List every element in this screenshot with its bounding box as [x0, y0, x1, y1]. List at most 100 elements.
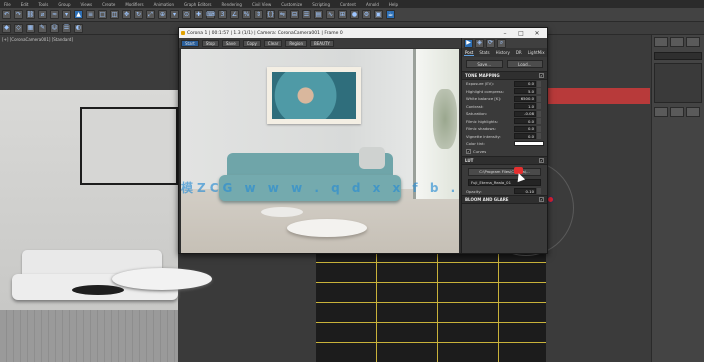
modeling-tab-icon[interactable]: ◆ [2, 23, 11, 33]
save-image-button[interactable]: Save [221, 39, 240, 47]
object-paint-tab-icon[interactable]: ✎ [38, 23, 47, 33]
display-icon[interactable]: ◐ [74, 23, 83, 33]
move-icon[interactable]: ✥ [122, 10, 131, 19]
denoise-icon[interactable]: ◈ [475, 38, 484, 48]
exposure-spinner[interactable] [537, 80, 541, 87]
load-settings-button[interactable]: Load... [506, 60, 543, 68]
render-element-select[interactable]: BEAUTY [310, 39, 334, 47]
unlink-icon[interactable]: ⌀ [38, 10, 47, 19]
scale-icon[interactable]: ⤢ [146, 10, 155, 19]
undo-icon[interactable]: ↶ [2, 10, 11, 19]
render-setup-icon[interactable]: ⚙ [362, 10, 371, 19]
tone-mapping-enable-checkbox[interactable]: ✓ [539, 73, 544, 78]
color-tint-swatch[interactable] [514, 141, 544, 147]
menu-item-content[interactable]: Content [340, 2, 356, 7]
selection-tab-icon[interactable]: ▦ [26, 23, 35, 33]
menu-item-civil-view[interactable]: Civil View [252, 2, 271, 7]
select-by-name-icon[interactable]: ≡ [86, 10, 95, 19]
frame-buffer-titlebar[interactable]: Corona 1 | 00:1:57 | 1.3 (1/1) | Camera:… [179, 28, 547, 38]
vignette-input[interactable]: 0.0 [514, 133, 536, 140]
lut-path-button[interactable]: C:\Program Files\Corona\... [468, 167, 541, 176]
viewport-camera[interactable]: [+] [CoronaCamera001] [Standard] [0, 35, 178, 362]
select-manipulate-icon[interactable]: ✚ [194, 10, 203, 19]
menu-item-customize[interactable]: Customize [281, 2, 302, 7]
menu-item-scripting[interactable]: Scripting [312, 2, 330, 7]
create-tab-icon[interactable] [654, 37, 668, 47]
lut-opacity-spinner[interactable] [537, 188, 541, 195]
menu-item-create[interactable]: Create [102, 2, 115, 7]
object-name-field[interactable] [654, 52, 702, 60]
render-production-icon[interactable]: ☕ [386, 10, 395, 19]
vignette-spinner[interactable] [537, 133, 541, 140]
tone-mapping-header[interactable]: TONE MAPPING ✓ [462, 71, 547, 80]
spinner-snap-icon[interactable]: ⇕ [254, 10, 263, 19]
close-button[interactable]: ✕ [531, 28, 543, 38]
stop-render-button[interactable]: Stop [201, 39, 219, 47]
percent-snap-icon[interactable]: % [242, 10, 251, 19]
snap-toggle-icon[interactable]: 3 [218, 10, 227, 19]
lut-opacity-input[interactable]: 0.10 [514, 188, 536, 195]
tab-dr[interactable]: DR [515, 50, 523, 55]
filmic-shadows-input[interactable]: 0.0 [514, 125, 536, 132]
mirror-icon[interactable]: ⇋ [278, 10, 287, 19]
menu-item-file[interactable]: File [4, 2, 11, 7]
menu-item-group[interactable]: Group [58, 2, 70, 7]
place-icon[interactable]: ⊕ [158, 10, 167, 19]
lut-header[interactable]: LUT ✓ [462, 155, 547, 165]
lut-enable-checkbox[interactable]: ✓ [539, 157, 544, 163]
tab-stats[interactable]: Stats [478, 50, 490, 55]
window-crossing-icon[interactable]: ◫ [110, 10, 119, 19]
menu-item-modifiers[interactable]: Modifiers [125, 2, 143, 7]
populate-tab-icon[interactable]: ☺ [50, 23, 59, 33]
gizmo-handle[interactable] [547, 196, 554, 203]
filmic-shadows-spinner[interactable] [537, 125, 541, 132]
contrast-input[interactable]: 1.0 [514, 103, 536, 110]
select-object-icon[interactable]: ▲ [74, 10, 83, 19]
menu-item-views[interactable]: Views [81, 2, 93, 7]
minimize-button[interactable]: – [499, 28, 511, 38]
pivot-icon[interactable]: ⊙ [182, 10, 191, 19]
named-selection-icon[interactable]: {} [266, 10, 275, 19]
modifier-stack[interactable] [654, 63, 702, 103]
align-icon[interactable]: ⊟ [290, 10, 299, 19]
tab-lightmix[interactable]: LightMix [527, 50, 546, 55]
rect-selection-icon[interactable]: □ [98, 10, 107, 19]
pin-stack-icon[interactable] [654, 107, 668, 117]
zoom-icon[interactable]: ⌕ [497, 38, 506, 48]
white-balance-input[interactable]: 6500.0 [514, 95, 536, 102]
contrast-spinner[interactable] [537, 103, 541, 110]
highlight-compress-spinner[interactable] [537, 88, 541, 95]
menu-item-animation[interactable]: Animation [154, 2, 174, 7]
layer-explorer-icon[interactable]: ☰ [302, 10, 311, 19]
rotate-icon[interactable]: ↻ [134, 10, 143, 19]
rendered-image[interactable]: 模ZCG w w w . q d x x f b . c n [181, 49, 459, 253]
rendered-frame-window-icon[interactable]: ▣ [374, 10, 383, 19]
angle-snap-icon[interactable]: ∠ [230, 10, 239, 19]
filmic-highlights-input[interactable]: 0.0 [514, 118, 536, 125]
filmic-highlights-spinner[interactable] [537, 118, 541, 125]
viewport-label[interactable]: [+] [CoronaCamera001] [Standard] [2, 37, 73, 42]
lut-select[interactable]: Fuji_Eterna_Reala_01 [468, 178, 541, 186]
saturation-spinner[interactable] [537, 110, 541, 117]
menu-item-tools[interactable]: Tools [38, 2, 48, 7]
link-icon[interactable]: ⛓ [26, 10, 35, 19]
curve-editor-icon[interactable]: ∿ [326, 10, 335, 19]
freeform-tab-icon[interactable]: ◇ [14, 23, 23, 33]
reference-coord-icon[interactable]: ▾ [170, 10, 179, 19]
curves-checkbox[interactable]: ✓ [466, 149, 471, 154]
copy-image-button[interactable]: Copy [242, 39, 261, 47]
bloom-glare-header[interactable]: BLOOM AND GLARE ✓ [462, 195, 547, 204]
highlight-compress-input[interactable]: 5.0 [514, 88, 536, 95]
render-icon[interactable]: ▶ [464, 38, 473, 48]
exposure-input[interactable]: 0.0 [514, 80, 536, 87]
tab-post[interactable]: Post [464, 50, 475, 56]
region-button[interactable]: Region [285, 39, 308, 47]
interactive-icon[interactable]: ⟳ [486, 38, 495, 48]
clear-button[interactable]: Clear [263, 39, 283, 47]
save-settings-button[interactable]: Save... [466, 60, 503, 68]
remove-modifier-icon[interactable] [686, 107, 700, 117]
scene-explorer-icon[interactable]: ☰ [62, 23, 71, 33]
saturation-input[interactable]: -0.08 [514, 110, 536, 117]
selection-filter-icon[interactable]: ▾ [62, 10, 71, 19]
ribbon-icon[interactable]: ▤ [314, 10, 323, 19]
